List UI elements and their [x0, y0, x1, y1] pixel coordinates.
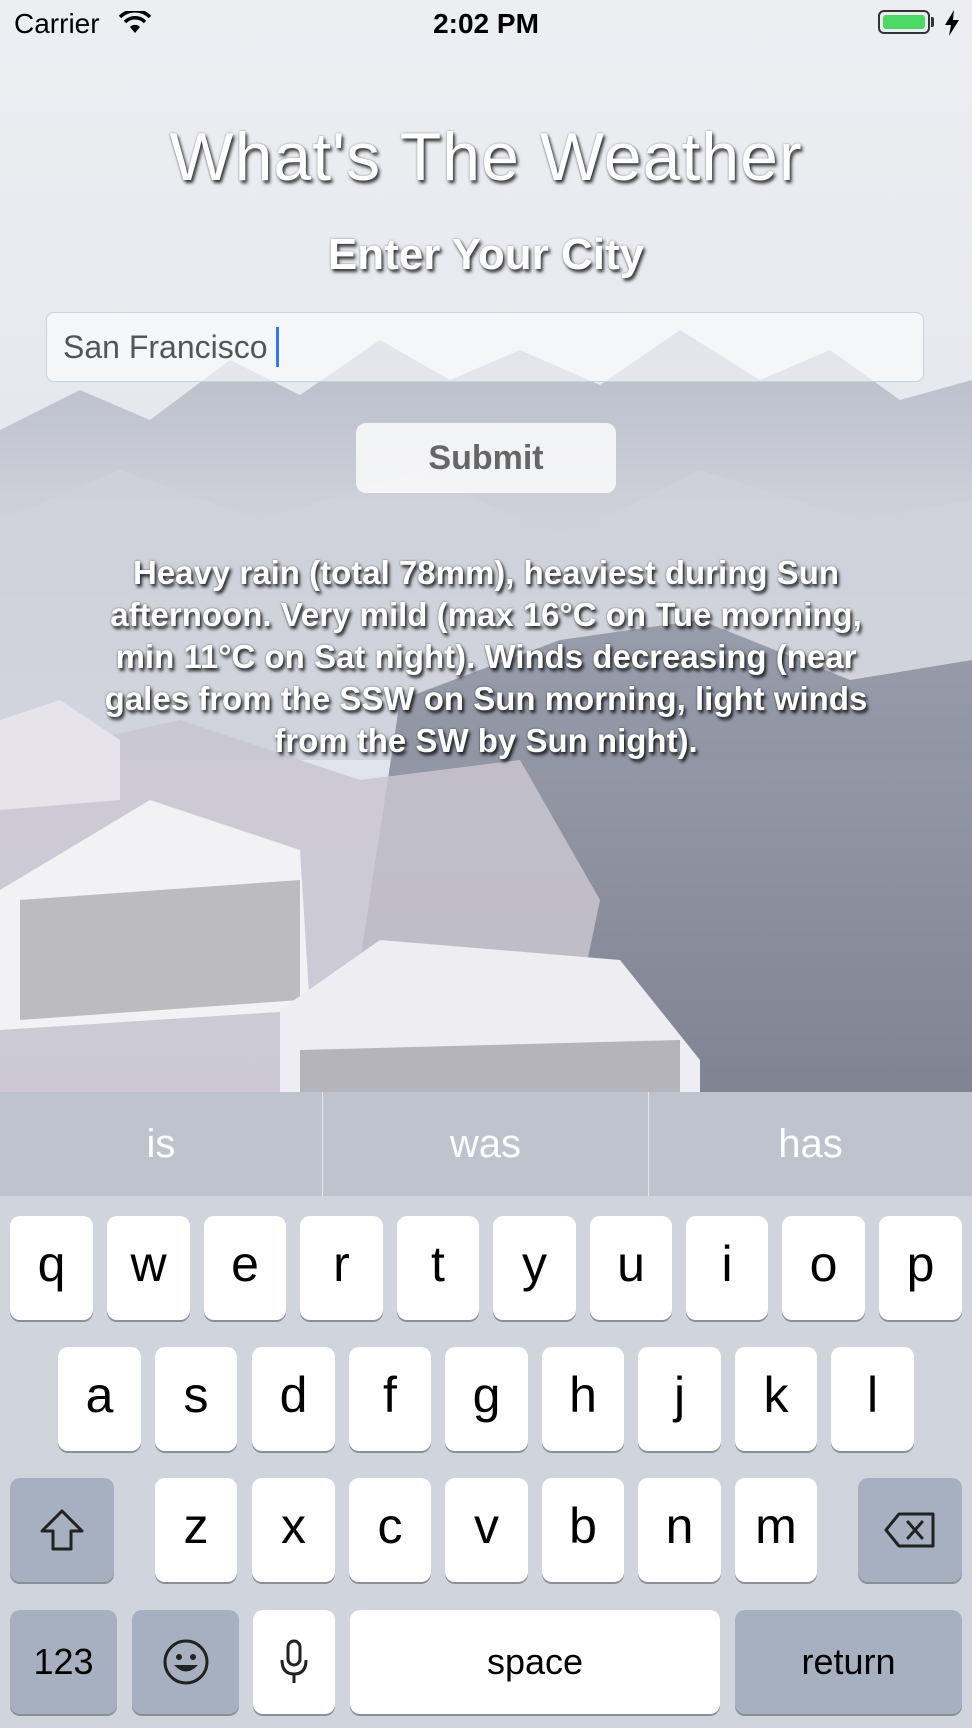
numbers-key[interactable]: 123: [10, 1610, 117, 1714]
key-h[interactable]: h: [542, 1347, 624, 1451]
city-input[interactable]: San Francisco: [46, 312, 924, 382]
key-c[interactable]: c: [349, 1478, 431, 1582]
key-r[interactable]: r: [300, 1216, 383, 1320]
key-e[interactable]: e: [204, 1216, 286, 1320]
key-x[interactable]: x: [252, 1478, 335, 1582]
key-v[interactable]: v: [445, 1478, 528, 1582]
key-q[interactable]: q: [10, 1216, 93, 1320]
key-k[interactable]: k: [735, 1347, 817, 1451]
return-key[interactable]: return: [735, 1610, 962, 1714]
key-a[interactable]: a: [58, 1347, 141, 1451]
key-t[interactable]: t: [397, 1216, 479, 1320]
key-u[interactable]: u: [590, 1216, 672, 1320]
backspace-key[interactable]: [858, 1478, 962, 1582]
forecast-text: Heavy rain (total 78mm), heaviest during…: [104, 554, 868, 759]
key-i[interactable]: i: [686, 1216, 768, 1320]
status-time: 2:02 PM: [433, 8, 539, 39]
shift-icon: [40, 1509, 84, 1551]
status-bar: Carrier 2:02 PM: [0, 0, 972, 48]
keyboard: is was has q w e r t y u i o p a s d f g…: [0, 1092, 972, 1728]
charging-bolt-icon: [944, 10, 960, 43]
key-g[interactable]: g: [445, 1347, 528, 1451]
emoji-icon: [163, 1639, 208, 1685]
battery-icon: [878, 10, 930, 34]
key-j[interactable]: j: [638, 1347, 721, 1451]
key-p[interactable]: p: [879, 1216, 962, 1320]
key-l[interactable]: l: [831, 1347, 914, 1451]
suggestion-was[interactable]: was: [323, 1092, 648, 1196]
key-b[interactable]: b: [542, 1478, 624, 1582]
key-f[interactable]: f: [349, 1347, 431, 1451]
suggestion-has[interactable]: has: [649, 1092, 972, 1196]
suggestion-is[interactable]: is: [0, 1092, 322, 1196]
suggestion-bar: is was has: [0, 1092, 972, 1196]
dictation-key[interactable]: [253, 1610, 335, 1714]
key-z[interactable]: z: [155, 1478, 237, 1582]
submit-button[interactable]: Submit: [356, 423, 616, 493]
key-s[interactable]: s: [155, 1347, 237, 1451]
emoji-key[interactable]: [132, 1610, 239, 1714]
key-d[interactable]: d: [252, 1347, 335, 1451]
text-caret: [275, 326, 279, 367]
key-o[interactable]: o: [782, 1216, 865, 1320]
city-input-value: San Francisco: [63, 329, 268, 365]
key-y[interactable]: y: [493, 1216, 576, 1320]
microphone-icon: [280, 1639, 308, 1683]
backspace-icon: [884, 1512, 935, 1548]
app-title: What's The Weather: [169, 119, 803, 195]
battery-tip: [931, 17, 934, 27]
space-key[interactable]: space: [350, 1610, 720, 1714]
key-m[interactable]: m: [735, 1478, 817, 1582]
key-w[interactable]: w: [107, 1216, 190, 1320]
app-subtitle: Enter Your City: [327, 230, 645, 279]
key-n[interactable]: n: [638, 1478, 721, 1582]
shift-key[interactable]: [10, 1478, 114, 1582]
